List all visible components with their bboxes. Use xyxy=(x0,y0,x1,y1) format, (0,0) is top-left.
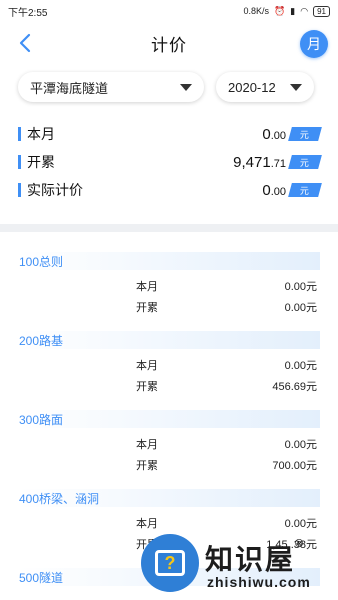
section-rows: 本月 0.00元 开累 0.00元 xyxy=(18,270,320,317)
section-title[interactable]: 100总则 xyxy=(18,252,320,270)
row-value: 0.00元 xyxy=(284,301,317,314)
tunnel-select[interactable]: 平潭海底隧道 xyxy=(18,72,204,102)
section-row: 本月 0.00元 xyxy=(18,354,320,375)
summary-value: 9,471.71 xyxy=(233,154,286,171)
navigation-bar: 计价 月 xyxy=(0,22,338,64)
row-label: 开累 xyxy=(136,459,158,472)
chevron-down-icon xyxy=(180,83,192,91)
cost-section: 300路面 本月 0.00元 开累 700.00元 xyxy=(18,410,320,475)
summary-row-actual: 实际计价 0.00 元 xyxy=(18,176,322,204)
month-select[interactable]: 2020-12 xyxy=(216,72,314,102)
row-value: 456.69元 xyxy=(272,380,317,393)
network-speed: 0.8K/s xyxy=(243,6,270,16)
summary-panel: 本月 0.00 元 开累 9,471.71 元 实际计价 0.00 元 xyxy=(0,102,338,204)
row-value: 0.00元 xyxy=(284,517,317,530)
watermark-logo: ? 知识屋® zhishiwu.com xyxy=(141,534,338,600)
section-row: 本月 0.00元 xyxy=(18,275,320,296)
summary-value-int: 0 xyxy=(262,181,271,199)
row-value: 700.00元 xyxy=(272,459,317,472)
row-value: 0.00元 xyxy=(284,438,317,451)
summary-marker xyxy=(18,155,21,169)
unit-badge-text: 元 xyxy=(300,129,310,140)
unit-badge: 元 xyxy=(288,155,322,169)
unit-badge-text: 元 xyxy=(300,157,310,168)
section-row: 本月 0.00元 xyxy=(18,512,320,533)
chevron-down-icon xyxy=(290,83,302,91)
section-row: 本月 0.00元 xyxy=(18,433,320,454)
cost-section: 200路基 本月 0.00元 开累 456.69元 xyxy=(18,331,320,396)
question-mark-icon: ? xyxy=(155,550,185,576)
section-rows: 本月 0.00元 开累 456.69元 xyxy=(18,349,320,396)
battery-icon: 91 xyxy=(313,5,330,17)
row-value: 0.00元 xyxy=(284,280,317,293)
row-label: 本月 xyxy=(136,280,158,293)
section-title[interactable]: 200路基 xyxy=(18,331,320,349)
watermark-monitor-icon: ? xyxy=(141,534,199,592)
alarm-icon: ⏰ xyxy=(274,5,286,16)
section-row: 开累 456.69元 xyxy=(18,375,320,396)
cost-section: 100总则 本月 0.00元 开累 0.00元 xyxy=(18,252,320,317)
summary-row-cumulative: 开累 9,471.71 元 xyxy=(18,148,322,176)
watermark-reg: ® xyxy=(295,538,306,550)
section-divider xyxy=(0,224,338,232)
month-toggle-button[interactable]: 月 xyxy=(300,30,328,58)
unit-badge: 元 xyxy=(288,127,322,141)
row-label: 开累 xyxy=(136,380,158,393)
section-title[interactable]: 300路面 xyxy=(18,410,320,428)
summary-marker xyxy=(18,183,21,197)
section-row: 开累 700.00元 xyxy=(18,454,320,475)
watermark-text: 知识屋® xyxy=(205,538,305,578)
summary-value: 0.00 xyxy=(262,126,286,143)
summary-value-dec: .00 xyxy=(270,129,286,142)
status-icons: 0.8K/s ⏰ ▮ ◠ 91 xyxy=(243,5,330,17)
watermark-brand: 知识屋 xyxy=(205,544,296,575)
cost-section-list: 100总则 本月 0.00元 开累 0.00元 200路基 本月 0.00元 开累 45… xyxy=(0,232,338,586)
row-label: 开累 xyxy=(136,301,158,314)
tunnel-select-value: 平潭海底隧道 xyxy=(30,80,109,96)
summary-label: 本月 xyxy=(27,126,55,142)
row-label: 本月 xyxy=(136,517,158,530)
summary-label: 实际计价 xyxy=(27,182,83,198)
wifi-icon: ◠ xyxy=(300,5,309,16)
summary-value-int: 9,471 xyxy=(233,153,271,171)
status-time: 下午2:55 xyxy=(8,7,48,19)
back-arrow-icon[interactable] xyxy=(16,32,36,54)
summary-marker xyxy=(18,127,21,141)
summary-row-month: 本月 0.00 元 xyxy=(18,120,322,148)
section-row: 开累 0.00元 xyxy=(18,296,320,317)
summary-label: 开累 xyxy=(27,154,55,170)
watermark-subtext: zhishiwu.com xyxy=(207,574,311,590)
month-select-value: 2020-12 xyxy=(228,79,276,95)
summary-value-int: 0 xyxy=(262,125,271,143)
summary-value: 0.00 xyxy=(262,182,286,199)
section-rows: 本月 0.00元 开累 700.00元 xyxy=(18,428,320,475)
row-label: 本月 xyxy=(136,359,158,372)
summary-value-dec: .71 xyxy=(270,157,286,170)
unit-badge: 元 xyxy=(288,183,322,197)
unit-badge-text: 元 xyxy=(300,185,310,196)
row-value: 0.00元 xyxy=(284,359,317,372)
filter-bar: 平潭海底隧道 2020-12 xyxy=(0,64,338,102)
signal-icon: ▮ xyxy=(290,5,296,16)
row-label: 本月 xyxy=(136,438,158,451)
summary-value-dec: .00 xyxy=(270,185,286,198)
status-bar: 下午2:55 0.8K/s ⏰ ▮ ◠ 91 xyxy=(0,0,338,22)
page-title: 计价 xyxy=(151,35,187,55)
section-title[interactable]: 400桥梁、涵洞 xyxy=(18,489,320,507)
